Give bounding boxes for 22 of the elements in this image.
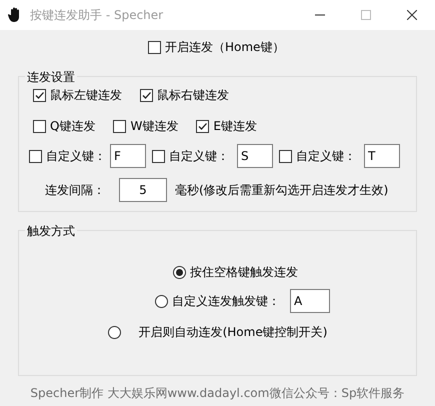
trigger-key-field[interactable]: A — [290, 289, 330, 313]
key-field[interactable]: F — [110, 144, 146, 168]
checkbox-label: 自定义键： — [46, 148, 106, 165]
window-title: 按键连发助手 - Specher — [30, 7, 164, 24]
checkbox-label: 鼠标左键连发 — [50, 87, 122, 104]
radio-label: 按住空格键触发连发 — [190, 264, 298, 281]
radio-label: 自定义连发触发键： — [172, 293, 280, 310]
checkbox-label: E键连发 — [213, 118, 257, 135]
key-field[interactable]: T — [364, 144, 400, 168]
key-field[interactable]: S — [237, 144, 273, 168]
checkbox-label: 鼠标右键连发 — [157, 87, 229, 104]
checkbox-label: W键连发 — [130, 118, 178, 135]
checkbox-label: Q键连发 — [50, 118, 96, 135]
group-title: 触发方式 — [25, 222, 77, 240]
toggle-label: 开启连发（Home键） — [165, 39, 284, 56]
interval-note: 毫秒(修改后需重新勾选开启连发才生效) — [175, 182, 388, 199]
interval-label: 连发间隔： — [45, 182, 105, 199]
interval-field[interactable]: 5 — [119, 178, 167, 202]
radio-label: 开启则自动连发(Home键控制开关) — [138, 324, 328, 341]
checkbox-label: 自定义键： — [296, 148, 356, 165]
footer-text: Specher制作 大大娱乐网www.dadayl.com微信公众号：Sp软件服务 — [30, 385, 405, 402]
checkbox-label: 自定义键： — [169, 148, 229, 165]
